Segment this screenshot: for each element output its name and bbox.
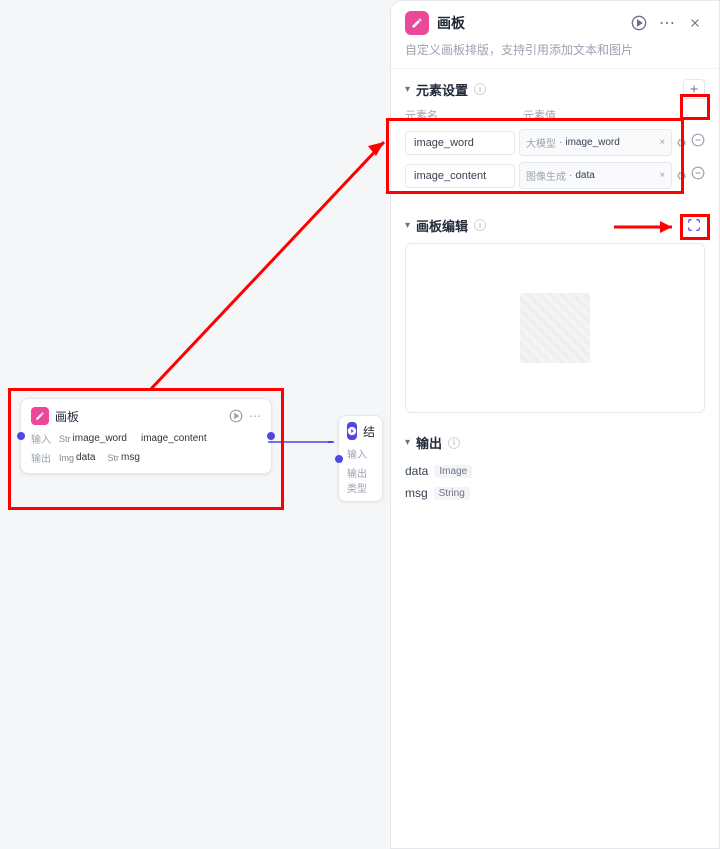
- chevron-down-icon: ▾: [405, 437, 410, 448]
- section-editor: ▾ 画板编辑 i: [391, 205, 719, 423]
- section-elements: ▾ 元素设置 i 元素名 元素值 大模型·image_word × ⚙: [391, 69, 719, 205]
- element-name-input[interactable]: [405, 131, 515, 155]
- section-title: 画板编辑: [416, 216, 468, 235]
- more-icon[interactable]: ⋯: [657, 13, 677, 33]
- node-inputs-row: 输入 Strimage_word image_content: [31, 431, 261, 446]
- canvas-node-result[interactable]: 结 输入 输出类型: [338, 415, 383, 502]
- node-outputs-row: 输出 Imgdata Strmsg: [31, 450, 261, 465]
- node-header: 画板 ⋯: [31, 407, 261, 425]
- tag-input: Strimage_word: [55, 432, 131, 445]
- info-icon[interactable]: i: [474, 219, 486, 231]
- play-icon[interactable]: [629, 13, 649, 33]
- element-row: 图像生成·data × ⚙: [405, 162, 705, 189]
- node-inputs-row: 输入: [347, 446, 374, 461]
- output-item: msg String: [405, 486, 470, 500]
- node-title: 结: [363, 423, 375, 440]
- play-icon[interactable]: [229, 409, 243, 423]
- canvas-node-huaban[interactable]: 画板 ⋯ 输入 Strimage_word image_content 输出 I…: [20, 398, 272, 474]
- tag-output: Strmsg: [103, 451, 143, 464]
- clear-icon[interactable]: ×: [659, 137, 665, 148]
- section-header[interactable]: ▾ 元素设置 i: [405, 79, 705, 99]
- connection-point-right[interactable]: [267, 432, 275, 440]
- gear-icon[interactable]: ⚙: [676, 169, 687, 183]
- gear-icon[interactable]: ⚙: [676, 136, 687, 150]
- edit-icon: [405, 11, 429, 35]
- element-name-input[interactable]: [405, 164, 515, 188]
- placeholder-image: [520, 293, 590, 363]
- node-header: 结: [347, 422, 374, 440]
- more-icon[interactable]: ⋯: [249, 409, 261, 423]
- output-item: data Image: [405, 464, 472, 478]
- chevron-down-icon: ▾: [405, 220, 410, 231]
- info-icon[interactable]: i: [448, 437, 460, 449]
- node-title: 画板: [55, 408, 223, 425]
- section-output: ▾ 输出 i data Image msg String: [391, 423, 719, 514]
- connection-point-left[interactable]: [17, 432, 25, 440]
- section-header[interactable]: ▾ 画板编辑 i: [405, 215, 705, 235]
- add-element-button[interactable]: [683, 79, 705, 99]
- annotation-arrow: [140, 130, 400, 410]
- properties-panel: 画板 ⋯ 自定义画板排版，支持引用添加文本和图片 ▾ 元素设置 i 元素名 元素…: [390, 0, 720, 849]
- panel-description: 自定义画板排版，支持引用添加文本和图片: [391, 41, 719, 68]
- tag-output: Imgdata: [55, 451, 99, 464]
- remove-icon[interactable]: [691, 133, 705, 152]
- tag-input: image_content: [135, 432, 211, 445]
- element-value-input[interactable]: 图像生成·data ×: [519, 162, 672, 189]
- node-outputs-row: 输出类型: [347, 465, 374, 495]
- end-icon: [347, 422, 357, 440]
- section-header[interactable]: ▾ 输出 i: [405, 433, 705, 452]
- section-title: 输出: [416, 433, 442, 452]
- section-title: 元素设置: [416, 80, 468, 99]
- panel-header: 画板 ⋯: [391, 1, 719, 41]
- clear-icon[interactable]: ×: [659, 170, 665, 181]
- info-icon[interactable]: i: [474, 83, 486, 95]
- table-header: 元素名 元素值: [405, 107, 705, 123]
- panel-title: 画板: [437, 13, 621, 33]
- expand-button[interactable]: [683, 215, 705, 235]
- element-value-input[interactable]: 大模型·image_word ×: [519, 129, 672, 156]
- edit-icon: [31, 407, 49, 425]
- connection-point-left[interactable]: [335, 455, 343, 463]
- element-row: 大模型·image_word × ⚙: [405, 129, 705, 156]
- close-icon[interactable]: [685, 13, 705, 33]
- connection-line: [268, 441, 342, 443]
- editor-canvas[interactable]: [405, 243, 705, 413]
- chevron-down-icon: ▾: [405, 84, 410, 95]
- remove-icon[interactable]: [691, 166, 705, 185]
